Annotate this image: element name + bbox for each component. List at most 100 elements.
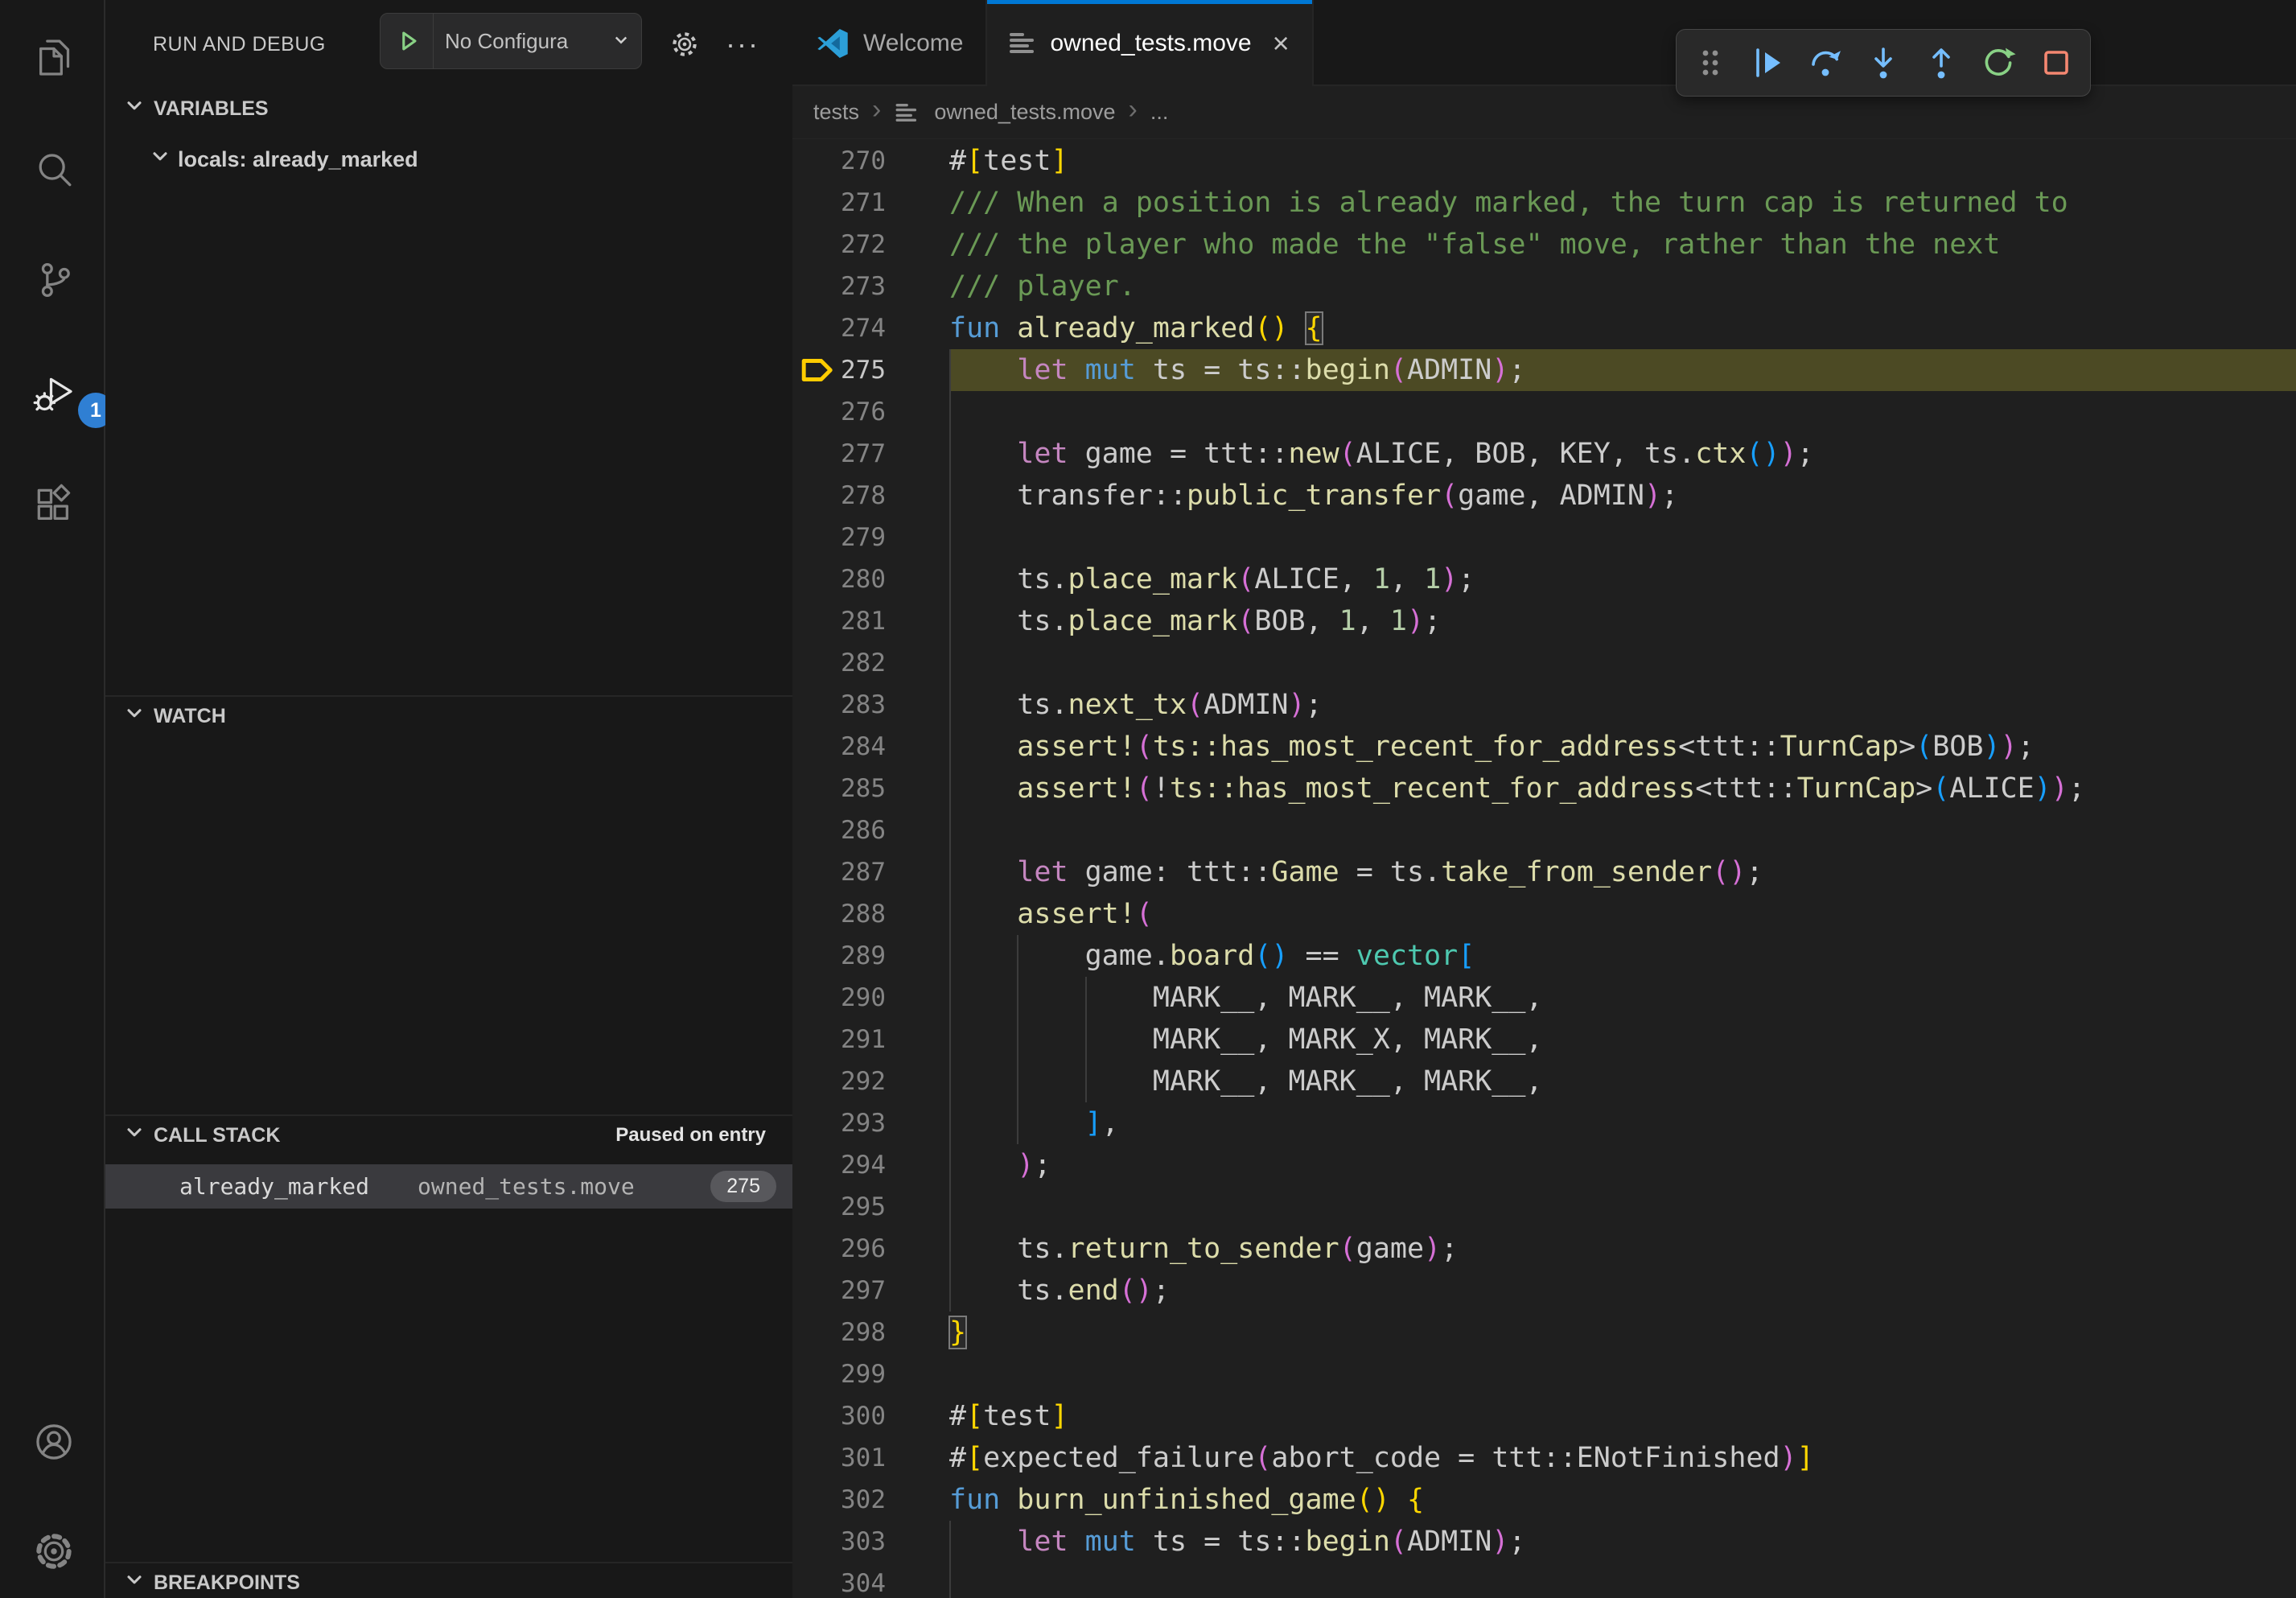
code-line[interactable]: 276 xyxy=(792,391,2296,433)
code-line[interactable]: 302fun burn_unfinished_game() { xyxy=(792,1479,2296,1521)
breakpoints-section-header[interactable]: BREAKPOINTS xyxy=(105,1562,792,1598)
code-line[interactable]: 273/// player. xyxy=(792,266,2296,307)
breakpoint-gutter[interactable] xyxy=(796,475,837,517)
breakpoint-gutter[interactable] xyxy=(796,1521,837,1563)
code-line[interactable]: 289 game.board() == vector[ xyxy=(792,935,2296,977)
code-line[interactable]: 280 ts.place_mark(ALICE, 1, 1); xyxy=(792,558,2296,600)
breakpoint-gutter[interactable] xyxy=(796,684,837,726)
code-line[interactable]: 301#[expected_failure(abort_code = ttt::… xyxy=(792,1437,2296,1479)
code-line[interactable]: 275 let mut ts = ts::begin(ADMIN); xyxy=(792,349,2296,391)
breakpoint-gutter[interactable] xyxy=(796,1061,837,1102)
code-line[interactable]: 297 ts.end(); xyxy=(792,1270,2296,1312)
restart-button[interactable] xyxy=(1970,34,2028,92)
code-line[interactable]: 274fun already_marked() { xyxy=(792,307,2296,349)
code-line[interactable]: 270#[test] xyxy=(792,140,2296,182)
breakpoint-gutter[interactable] xyxy=(796,1353,837,1395)
code-line[interactable]: 272/// the player who made the "false" m… xyxy=(792,224,2296,266)
code-line[interactable]: 299 xyxy=(792,1353,2296,1395)
code-line[interactable]: 295 xyxy=(792,1186,2296,1228)
code-line[interactable]: 303 let mut ts = ts::begin(ADMIN); xyxy=(792,1521,2296,1563)
start-debug-icon[interactable] xyxy=(381,14,434,68)
close-tab-icon[interactable]: × xyxy=(1273,29,1290,58)
debug-config-dropdown[interactable]: No Configura xyxy=(380,13,642,69)
variables-section-header[interactable]: VARIABLES xyxy=(105,89,792,129)
code-line[interactable]: 284 assert!(ts::has_most_recent_for_addr… xyxy=(792,726,2296,768)
watch-section-header[interactable]: WATCH xyxy=(105,695,792,735)
breakpoint-gutter[interactable] xyxy=(796,1395,837,1437)
code-line[interactable]: 300#[test] xyxy=(792,1395,2296,1437)
code-line[interactable]: 287 let game: ttt::Game = ts.take_from_s… xyxy=(792,851,2296,893)
step-into-button[interactable] xyxy=(1854,34,1912,92)
breakpoint-gutter[interactable] xyxy=(796,182,837,224)
breakpoint-gutter[interactable] xyxy=(796,1563,837,1598)
debug-settings-gear-icon[interactable] xyxy=(660,0,709,89)
code-line[interactable]: 283 ts.next_tx(ADMIN); xyxy=(792,684,2296,726)
code-line[interactable]: 277 let game = ttt::new(ALICE, BOB, KEY,… xyxy=(792,433,2296,475)
breakpoint-gutter[interactable] xyxy=(796,768,837,809)
breadcrumb-file[interactable]: owned_tests.move xyxy=(934,100,1115,125)
breakpoint-gutter[interactable] xyxy=(796,1228,837,1270)
code-line[interactable]: 282 xyxy=(792,642,2296,684)
breakpoint-gutter[interactable] xyxy=(796,1479,837,1521)
call-stack-section-header[interactable]: CALL STACK Paused on entry xyxy=(105,1114,792,1155)
breakpoint-gutter[interactable] xyxy=(796,1144,837,1186)
breakpoint-gutter[interactable] xyxy=(796,1437,837,1479)
breakpoint-gutter[interactable] xyxy=(796,600,837,642)
breakpoint-gutter[interactable] xyxy=(796,266,837,307)
breakpoint-gutter[interactable] xyxy=(796,307,837,349)
search-icon[interactable] xyxy=(31,147,76,192)
breadcrumb-symbol[interactable]: ... xyxy=(1150,100,1169,125)
code-line[interactable]: 281 ts.place_mark(BOB, 1, 1); xyxy=(792,600,2296,642)
code-line[interactable]: 290 MARK__, MARK__, MARK__, xyxy=(792,977,2296,1019)
tab-owned-tests-move[interactable]: owned_tests.move × xyxy=(987,0,1313,86)
breakpoint-gutter[interactable] xyxy=(796,140,837,182)
more-actions-icon[interactable]: ··· xyxy=(718,0,767,89)
continue-button[interactable] xyxy=(1739,34,1797,92)
step-out-button[interactable] xyxy=(1912,34,1970,92)
code-line[interactable]: 293 ], xyxy=(792,1102,2296,1144)
code-line[interactable]: 278 transfer::public_transfer(game, ADMI… xyxy=(792,475,2296,517)
breakpoint-gutter[interactable] xyxy=(796,977,837,1019)
breakpoint-gutter[interactable] xyxy=(796,558,837,600)
breakpoint-gutter[interactable] xyxy=(796,935,837,977)
code-line[interactable]: 298} xyxy=(792,1312,2296,1353)
account-icon[interactable] xyxy=(31,1419,76,1464)
breakpoint-gutter[interactable] xyxy=(796,642,837,684)
code-line[interactable]: 271/// When a position is already marked… xyxy=(792,182,2296,224)
source-control-icon[interactable] xyxy=(31,257,76,303)
step-over-button[interactable] xyxy=(1796,34,1854,92)
code-line[interactable]: 304 xyxy=(792,1563,2296,1598)
code-line[interactable]: 296 ts.return_to_sender(game); xyxy=(792,1228,2296,1270)
breakpoint-gutter[interactable] xyxy=(796,809,837,851)
breakpoint-gutter[interactable] xyxy=(796,1312,837,1353)
toolbar-gripper-icon[interactable] xyxy=(1681,34,1739,92)
breakpoint-gutter[interactable] xyxy=(796,1186,837,1228)
settings-gear-icon[interactable] xyxy=(31,1529,76,1574)
code-line[interactable]: 288 assert!( xyxy=(792,893,2296,935)
code-line[interactable]: 291 MARK__, MARK_X, MARK__, xyxy=(792,1019,2296,1061)
stop-button[interactable] xyxy=(2027,34,2085,92)
breakpoint-gutter[interactable] xyxy=(796,1270,837,1312)
code-line[interactable]: 279 xyxy=(792,517,2296,558)
extensions-icon[interactable] xyxy=(31,483,76,528)
code-line[interactable]: 286 xyxy=(792,809,2296,851)
code-line[interactable]: 285 assert!(!ts::has_most_recent_for_add… xyxy=(792,768,2296,809)
run-and-debug-icon[interactable]: 1 xyxy=(31,372,76,417)
breakpoint-gutter[interactable] xyxy=(796,433,837,475)
tab-welcome[interactable]: Welcome xyxy=(792,0,987,86)
breakpoint-gutter[interactable] xyxy=(796,851,837,893)
code-line[interactable]: 294 ); xyxy=(792,1144,2296,1186)
call-stack-frame-row[interactable]: already_marked owned_tests.move 275 xyxy=(105,1164,792,1209)
breakpoint-gutter[interactable] xyxy=(796,1019,837,1061)
current-frame-marker-icon[interactable] xyxy=(796,349,837,391)
breakpoint-gutter[interactable] xyxy=(796,726,837,768)
code-line[interactable]: 292 MARK__, MARK__, MARK__, xyxy=(792,1061,2296,1102)
breakpoint-gutter[interactable] xyxy=(796,1102,837,1144)
code-lines[interactable]: 270#[test]271/// When a position is alre… xyxy=(792,140,2296,1598)
breakpoint-gutter[interactable] xyxy=(796,517,837,558)
breakpoint-gutter[interactable] xyxy=(796,391,837,433)
breadcrumb-folder[interactable]: tests xyxy=(813,100,859,125)
variables-locals-scope[interactable]: locals: already_marked xyxy=(105,138,792,180)
breakpoint-gutter[interactable] xyxy=(796,224,837,266)
files-icon[interactable] xyxy=(31,35,76,80)
